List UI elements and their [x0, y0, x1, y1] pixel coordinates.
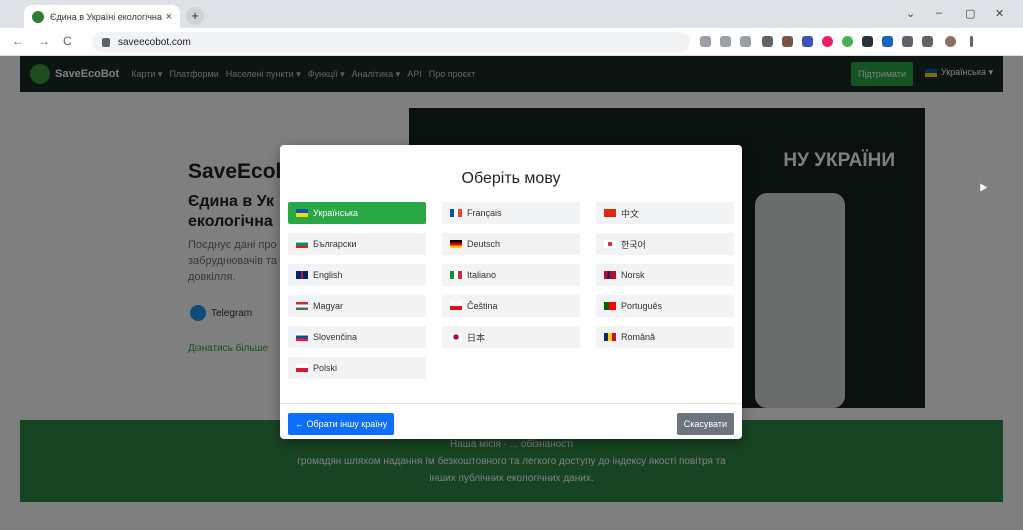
extension-icon[interactable]: [782, 36, 793, 47]
zoom-icon[interactable]: [700, 36, 711, 47]
language-option-label: Čeština: [467, 301, 498, 311]
minimize-window-button[interactable]: –: [936, 7, 942, 19]
language-option-label: Português: [621, 301, 663, 311]
language-option-bg[interactable]: Български: [288, 233, 426, 255]
bg-flag-icon: [296, 240, 308, 248]
language-option-label: Norsk: [621, 270, 645, 280]
reload-icon[interactable]: C: [63, 34, 72, 48]
language-option-label: 日本: [467, 332, 486, 343]
cz-flag-icon: [450, 302, 462, 310]
tab-title: Єдина в Україні екологічна си: [50, 11, 162, 22]
de-flag-icon: [450, 240, 462, 248]
language-option-label: 한국어: [621, 239, 646, 250]
modal-title: Оберіть мову: [461, 170, 561, 187]
language-option-ua[interactable]: Українська: [288, 202, 426, 224]
language-option-kr[interactable]: 한국어: [596, 233, 734, 255]
language-option-pl[interactable]: Polski: [288, 357, 426, 379]
kr-flag-icon: [604, 240, 616, 248]
language-option-sk[interactable]: Slovenčina: [288, 326, 426, 348]
extension-icon[interactable]: [802, 36, 813, 47]
language-option-label: Français: [467, 208, 502, 218]
extension-icon[interactable]: [822, 36, 833, 47]
site-favicon-icon: [32, 10, 44, 23]
language-option-label: Polski: [313, 363, 338, 373]
language-option-cz[interactable]: Čeština: [442, 295, 580, 317]
maximize-window-button[interactable]: ▢: [965, 7, 975, 20]
browser-tab[interactable]: Єдина в Україні екологічна си ×: [24, 5, 180, 28]
profile-avatar[interactable]: [945, 36, 956, 47]
ua-flag-icon: [296, 209, 308, 217]
pt-flag-icon: [604, 302, 616, 310]
language-option-cn[interactable]: 中文: [596, 202, 734, 224]
language-option-no[interactable]: Norsk: [596, 264, 734, 286]
language-option-ro[interactable]: Română: [596, 326, 734, 348]
language-option-label: Български: [313, 239, 357, 249]
hu-flag-icon: [296, 302, 308, 310]
language-option-it[interactable]: Italiano: [442, 264, 580, 286]
language-option-de[interactable]: Deutsch: [442, 233, 580, 255]
browser-menu-icon[interactable]: [970, 36, 973, 47]
new-tab-button[interactable]: +: [186, 7, 204, 25]
language-option-pt[interactable]: Português: [596, 295, 734, 317]
language-option-hu[interactable]: Magyar: [288, 295, 426, 317]
lock-icon: [102, 37, 110, 47]
language-option-label: Română: [621, 332, 656, 342]
extensions-puzzle-icon[interactable]: [902, 36, 913, 47]
back-arrow-icon[interactable]: ←: [12, 34, 24, 48]
sk-flag-icon: [296, 333, 308, 341]
choose-country-button[interactable]: ← Обрати іншу країну: [288, 413, 395, 435]
url-text: saveecobot.com: [118, 36, 191, 48]
fr-flag-icon: [450, 209, 462, 217]
language-modal: Оберіть мову Українська Français 中文 Българс…: [280, 145, 742, 439]
tab-search-icon[interactable]: ⌄: [906, 7, 915, 20]
language-option-gb[interactable]: English: [288, 264, 426, 286]
it-flag-icon: [450, 271, 462, 279]
language-option-jp[interactable]: 日本: [442, 326, 580, 348]
share-icon[interactable]: [720, 36, 731, 47]
language-option-label: Українська: [313, 208, 359, 218]
language-option-label: English: [313, 270, 343, 280]
pl-flag-icon: [296, 364, 308, 372]
no-flag-icon: [604, 271, 616, 279]
ro-flag-icon: [604, 333, 616, 341]
bookmark-star-icon[interactable]: [740, 36, 751, 47]
side-panel-icon[interactable]: [922, 36, 933, 47]
language-option-fr[interactable]: Français: [442, 202, 580, 224]
extension-icon[interactable]: [762, 36, 773, 47]
gb-flag-icon: [296, 271, 308, 279]
browser-tab-strip: Єдина в Україні екологічна си × + ⌄ – ▢ …: [0, 0, 1023, 28]
jp-flag-icon: [450, 333, 462, 341]
language-option-label: 中文: [621, 208, 640, 219]
language-option-label: Magyar: [313, 301, 344, 311]
extension-icon[interactable]: [842, 36, 853, 47]
language-option-label: Slovenčina: [313, 332, 358, 342]
extension-icon[interactable]: [862, 36, 873, 47]
modal-footer: ← Обрати іншу країну Скасувати: [280, 403, 742, 439]
forward-arrow-icon[interactable]: →: [38, 34, 50, 48]
extension-icon[interactable]: [882, 36, 893, 47]
language-option-label: Deutsch: [467, 239, 501, 249]
browser-toolbar: ← → C saveecobot.com: [0, 28, 1023, 56]
close-window-button[interactable]: ✕: [995, 7, 1004, 20]
close-tab-icon[interactable]: ×: [166, 11, 172, 23]
address-bar[interactable]: saveecobot.com: [92, 32, 690, 52]
language-option-label: Italiano: [467, 270, 497, 280]
cancel-button[interactable]: Скасувати: [676, 413, 734, 435]
cn-flag-icon: [604, 209, 616, 217]
